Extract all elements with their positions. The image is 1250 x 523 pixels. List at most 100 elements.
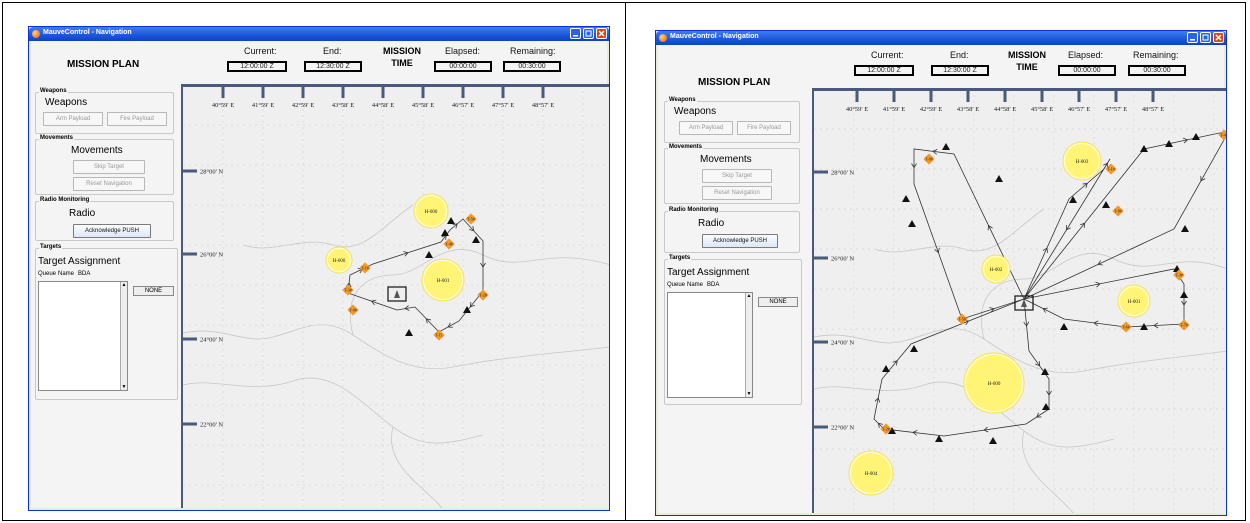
radio-group: Radio Monitoring Radio Acknowledge PUSH — [664, 207, 800, 253]
target-label: T-5# — [467, 217, 474, 222]
longitude-tick — [1003, 89, 1007, 102]
waypoint-triangle — [425, 251, 433, 258]
target-label: T-4# — [445, 242, 452, 247]
latitude-tick — [814, 256, 828, 260]
waypoint-triangle — [447, 217, 455, 224]
arm-payload-button[interactable]: Arm Payload — [679, 121, 733, 135]
longitude-label: 43°58' E — [332, 102, 354, 109]
acknowledge-push-button[interactable]: Acknowledge PUSH — [702, 234, 778, 248]
target-marker: T-1# — [1105, 163, 1117, 175]
target-label: T-2# — [479, 293, 486, 298]
longitude-label: 45°58' E — [1031, 106, 1053, 113]
longitude-label: 43°58' E — [957, 106, 979, 113]
longitude-tick — [1040, 89, 1044, 102]
hazard-label: H-000 — [988, 382, 1001, 387]
skip-target-button[interactable]: Skip Target — [702, 169, 772, 183]
route — [345, 218, 486, 333]
scroll-up-icon[interactable]: ▲ — [121, 282, 127, 288]
latitude-label: 26°00' N — [200, 252, 223, 259]
none-button[interactable]: NONE — [133, 286, 174, 296]
skip-target-button[interactable]: Skip Target — [73, 160, 145, 174]
waypoint-triangle — [995, 175, 1003, 182]
map-canvas[interactable]: 40°59' E 41°59' E 42°59' E 43°58' E 44°58' E… — [814, 89, 1226, 513]
uav-icon — [394, 290, 400, 298]
target-marker: T-4# — [443, 238, 455, 250]
none-button[interactable]: NONE — [758, 297, 798, 307]
mission-plan-heading: MISSION PLAN — [67, 59, 140, 70]
target-marker: T-5# — [956, 313, 968, 325]
scroll-down-icon[interactable]: ▼ — [746, 391, 752, 397]
hazard-label: H-001 — [1128, 300, 1141, 305]
latitude-label: 28°00' N — [831, 170, 854, 177]
map-canvas[interactable]: 40°59' E 41°59' E 42°59' E 43°58' E 44°58' E… — [183, 85, 609, 508]
navigation-map[interactable]: 40°59' E 41°59' E 42°59' E 43°58' E 44°58' E… — [812, 88, 1226, 513]
radio-title: Radio — [69, 208, 96, 219]
longitude-label: 41°59' E — [252, 102, 274, 109]
target-list[interactable]: ▲ ▼ — [38, 281, 128, 391]
hazard-zone: H-001 — [421, 258, 465, 302]
target-list-scrollbar[interactable]: ▲ ▼ — [120, 282, 127, 390]
minimize-button[interactable] — [1187, 32, 1198, 43]
hazard-label: H-003 — [1076, 160, 1089, 165]
elapsed-time-field: 00:00:00 — [434, 61, 492, 72]
app-icon — [659, 34, 667, 42]
close-icon — [598, 30, 605, 37]
time-label: TIME — [1016, 62, 1038, 72]
latitude-tick — [814, 425, 828, 429]
target-label: T-3# — [344, 288, 351, 293]
hazard-zone: H-000 — [325, 246, 353, 274]
navigation-map[interactable]: 40°59' E 41°59' E 42°59' E 43°58' E 44°58' E… — [181, 84, 609, 508]
movements-group: Movements Movements Skip Target Reset Na… — [664, 144, 800, 204]
movements-title: Movements — [700, 154, 752, 165]
longitude-label: 47°57' E — [492, 102, 514, 109]
targets-legend: Targets — [668, 255, 692, 261]
title-bar[interactable]: MauveControl - Navigation — [29, 27, 609, 41]
target-marker: T-1# — [359, 262, 371, 274]
target-list-scrollbar[interactable]: ▲ ▼ — [745, 293, 752, 397]
scroll-up-icon[interactable]: ▲ — [746, 293, 752, 299]
longitude-label: 48°57' E — [1142, 106, 1164, 113]
minimize-button[interactable] — [570, 28, 581, 39]
route-line — [1023, 268, 1185, 328]
reset-navigation-button[interactable]: Reset Navigation — [73, 177, 145, 191]
window-title: MauveControl - Navigation — [43, 29, 132, 36]
target-assignment-title: Target Assignment — [38, 256, 121, 267]
fire-payload-button[interactable]: Fire Payload — [737, 121, 791, 135]
remaining-time-field: 00:30:00 — [503, 61, 561, 72]
panel-divider — [625, 2, 626, 521]
hazard-zone: H-003 — [1062, 141, 1102, 181]
longitude-label: 44°58' E — [994, 106, 1016, 113]
maximize-button[interactable] — [583, 28, 594, 39]
reset-navigation-button[interactable]: Reset Navigation — [702, 186, 772, 200]
window-client: Current: End: MISSION TIME Elapsed: Rema… — [658, 45, 1226, 513]
longitude-label: 40°59' E — [846, 106, 868, 113]
hazard-zone: H-000 — [963, 352, 1025, 414]
target-list[interactable]: ▲ ▼ — [667, 292, 753, 398]
close-button[interactable] — [596, 28, 607, 39]
movements-title: Movements — [71, 145, 123, 156]
elapsed-label: Elapsed: — [1068, 50, 1104, 60]
mission-label: MISSION — [1007, 50, 1046, 60]
arm-payload-button[interactable]: Arm Payload — [43, 112, 103, 126]
latitude-tick — [814, 170, 828, 174]
latitude-tick — [183, 337, 197, 341]
title-bar[interactable]: MauveControl - Navigation — [656, 31, 1226, 45]
scroll-down-icon[interactable]: ▼ — [121, 384, 127, 390]
waypoint-triangle — [902, 195, 910, 202]
weapons-legend: Weapons — [668, 97, 697, 103]
target-marker: T-1L — [433, 329, 445, 341]
longitude-tick — [221, 85, 225, 98]
maximize-button[interactable] — [1200, 32, 1211, 43]
navigation-window-left: MauveControl - Navigation Current: End: … — [28, 26, 610, 511]
acknowledge-push-button[interactable]: Acknowledge PUSH — [73, 224, 151, 238]
remaining-label: Remaining: — [1133, 50, 1179, 60]
fire-payload-button[interactable]: Fire Payload — [107, 112, 167, 126]
waypoint-triangle — [908, 220, 916, 227]
hazard-zone: H-002 — [981, 254, 1011, 284]
close-button[interactable] — [1213, 32, 1224, 43]
movements-group: Movements Movements Skip Target Reset Na… — [35, 135, 174, 195]
longitude-label: 46°57' E — [1068, 106, 1090, 113]
hazard-zone: H-001 — [1117, 284, 1151, 318]
longitude-label: 48°57' E — [532, 102, 554, 109]
route — [1023, 158, 1111, 300]
